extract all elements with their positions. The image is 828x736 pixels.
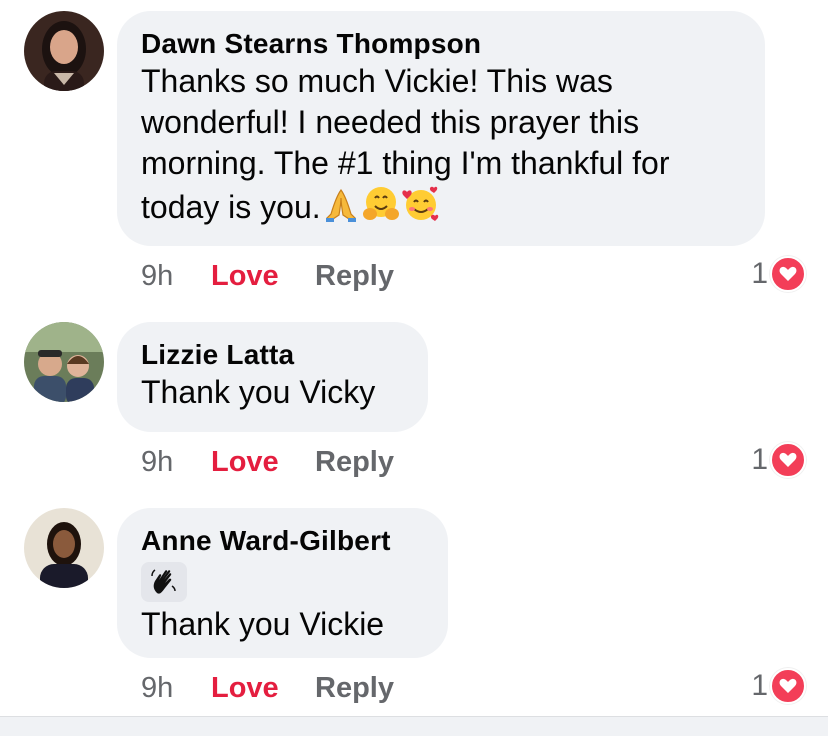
hugging-face-icon	[361, 184, 401, 224]
heart-icon	[770, 256, 806, 292]
heart-icon	[770, 442, 806, 478]
timestamp[interactable]: 9h	[141, 260, 211, 293]
comment-text: Thank you Vickie	[141, 606, 385, 642]
reaction-summary[interactable]: 1	[751, 254, 806, 294]
avatar[interactable]	[24, 11, 104, 91]
comment-text: Thanks so much Vickie! This was wonderfu…	[141, 63, 670, 225]
avatar[interactable]	[24, 322, 104, 402]
avatar[interactable]	[24, 508, 104, 588]
comment-author[interactable]: Anne Ward-Gilbert	[141, 524, 424, 558]
love-button[interactable]: Love	[211, 672, 315, 705]
comment-bubble[interactable]: Dawn Stearns Thompson Thanks so much Vic…	[117, 11, 765, 246]
reaction-summary[interactable]: 1	[751, 666, 806, 706]
reply-button[interactable]: Reply	[315, 260, 394, 293]
timestamp[interactable]: 9h	[141, 446, 211, 479]
comment-author[interactable]: Lizzie Latta	[141, 338, 404, 372]
reaction-count: 1	[751, 257, 768, 290]
comment-text: Thank you Vicky	[141, 374, 376, 410]
reaction-count: 1	[751, 443, 768, 476]
bottom-divider	[0, 716, 828, 736]
love-button[interactable]: Love	[211, 446, 315, 479]
comment-author[interactable]: Dawn Stearns Thompson	[141, 27, 741, 61]
timestamp[interactable]: 9h	[141, 672, 211, 705]
smiling-face-with-hearts-icon	[401, 184, 441, 224]
reaction-summary[interactable]: 1	[751, 440, 806, 480]
comment-actions: 9h Love Reply	[141, 668, 394, 708]
comment-actions: 9h Love Reply	[141, 256, 394, 296]
love-button[interactable]: Love	[211, 260, 315, 293]
reply-button[interactable]: Reply	[315, 672, 394, 705]
reply-button[interactable]: Reply	[315, 446, 394, 479]
folded-hands-icon	[321, 184, 361, 224]
heart-icon	[770, 668, 806, 704]
comment-actions: 9h Love Reply	[141, 442, 394, 482]
reaction-count: 1	[751, 669, 768, 702]
comment-bubble[interactable]: Lizzie Latta Thank you Vicky	[117, 322, 428, 432]
waving-hand-icon	[141, 562, 187, 602]
comment-bubble[interactable]: Anne Ward-Gilbert Thank you Vickie	[117, 508, 448, 658]
